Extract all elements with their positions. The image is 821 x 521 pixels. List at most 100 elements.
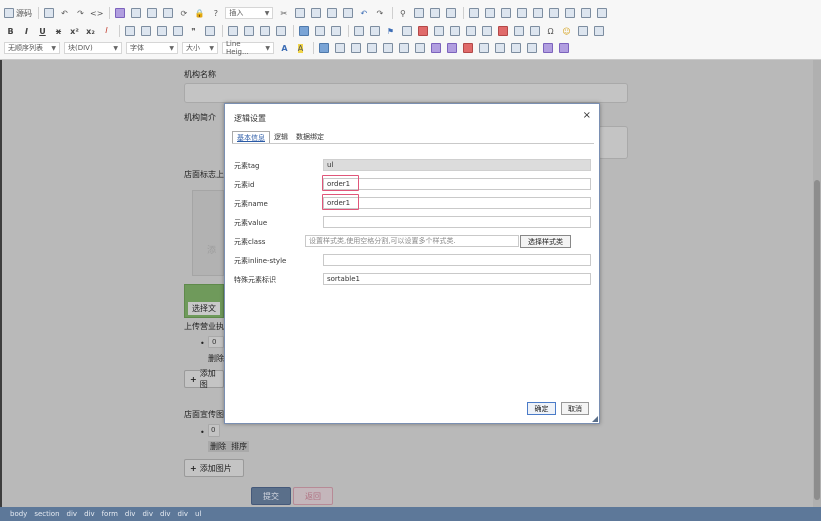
maximize-button[interactable] bbox=[592, 25, 605, 38]
font-family-select[interactable]: 字体 ▼ bbox=[126, 42, 178, 54]
list-style-select[interactable]: 无顺序列表 ▼ bbox=[4, 42, 60, 54]
bg-color-button[interactable]: A bbox=[294, 42, 307, 55]
numbered-list-button[interactable] bbox=[123, 25, 136, 38]
path-item[interactable]: div bbox=[125, 510, 136, 518]
remove-format-button[interactable]: 𝐼 bbox=[100, 25, 113, 38]
spellcheck-button[interactable] bbox=[444, 7, 457, 20]
flash-button[interactable] bbox=[416, 25, 429, 38]
smiley-button[interactable]: Ω bbox=[544, 25, 557, 38]
blockquote-button[interactable]: ❞ bbox=[187, 25, 200, 38]
cut-button[interactable]: ✂ bbox=[277, 7, 290, 20]
submit-button[interactable]: 提交 bbox=[251, 487, 291, 505]
logo-upload-area[interactable]: 添 bbox=[192, 190, 224, 276]
delete-link-1[interactable]: 删除 bbox=[208, 353, 224, 364]
select-class-button[interactable]: 选择样式类 bbox=[520, 235, 571, 248]
paste-button[interactable] bbox=[309, 7, 322, 20]
vertical-scrollbar[interactable] bbox=[813, 60, 821, 507]
form-button[interactable] bbox=[467, 7, 480, 20]
insert-select[interactable]: 插入 ▼ bbox=[225, 7, 274, 19]
org-name-input[interactable] bbox=[184, 83, 628, 103]
justify-button[interactable] bbox=[274, 25, 287, 38]
refresh-button[interactable]: ⟳ bbox=[177, 7, 190, 20]
value-field[interactable] bbox=[323, 216, 591, 228]
widget-2-button[interactable] bbox=[365, 42, 378, 55]
add-image-button-1[interactable]: + 添加图 bbox=[184, 369, 224, 389]
template-button[interactable] bbox=[145, 7, 158, 20]
font-size-select[interactable]: 大小 ▼ bbox=[182, 42, 218, 54]
help-button[interactable]: ? bbox=[209, 7, 222, 20]
new-page-button[interactable] bbox=[129, 7, 142, 20]
preview-button[interactable] bbox=[42, 7, 55, 20]
path-item[interactable]: div bbox=[84, 510, 95, 518]
order-input-2[interactable]: 0 bbox=[208, 424, 220, 437]
ok-button[interactable]: 确定 bbox=[527, 402, 556, 415]
path-item[interactable]: section bbox=[34, 510, 59, 518]
ltr-button[interactable] bbox=[297, 25, 310, 38]
path-item[interactable]: div bbox=[178, 510, 189, 518]
div-container-button[interactable] bbox=[203, 25, 216, 38]
indent-button[interactable] bbox=[171, 25, 184, 38]
image-button[interactable] bbox=[400, 25, 413, 38]
bold-button[interactable]: B bbox=[4, 25, 17, 38]
button-field-button[interactable] bbox=[563, 7, 576, 20]
inline-style-field[interactable] bbox=[323, 254, 591, 266]
show-blocks-button[interactable] bbox=[317, 42, 330, 55]
paste-text-button[interactable] bbox=[325, 7, 338, 20]
align-right-button[interactable] bbox=[258, 25, 271, 38]
resize-grip-icon[interactable] bbox=[592, 416, 598, 422]
hr-button[interactable] bbox=[464, 25, 477, 38]
about-button[interactable] bbox=[333, 42, 346, 55]
unlink-button[interactable] bbox=[368, 25, 381, 38]
pagebreak-button[interactable] bbox=[576, 25, 589, 38]
close-icon[interactable]: × bbox=[583, 110, 591, 121]
back-button[interactable]: 返回 bbox=[293, 487, 333, 505]
emoji-button[interactable]: ☺ bbox=[560, 25, 573, 38]
link-button[interactable] bbox=[352, 25, 365, 38]
path-item[interactable]: div bbox=[142, 510, 153, 518]
special-id-field[interactable]: sortable1 bbox=[323, 273, 591, 285]
italic-button[interactable]: I bbox=[20, 25, 33, 38]
media-button[interactable] bbox=[480, 25, 493, 38]
select-field-button[interactable] bbox=[547, 7, 560, 20]
select-all-button[interactable] bbox=[428, 7, 441, 20]
text-color-button[interactable]: A bbox=[278, 42, 291, 55]
redo-button[interactable]: ↷ bbox=[74, 7, 87, 20]
widget-12-button[interactable] bbox=[525, 42, 538, 55]
align-center-button[interactable] bbox=[242, 25, 255, 38]
anchor-button[interactable]: ⚑ bbox=[384, 25, 397, 38]
widget-1-button[interactable] bbox=[349, 42, 362, 55]
outdent-button[interactable] bbox=[155, 25, 168, 38]
widget-8-button[interactable] bbox=[461, 42, 474, 55]
find-button[interactable]: ⚲ bbox=[396, 7, 409, 20]
radio-button[interactable] bbox=[499, 7, 512, 20]
widget-11-button[interactable] bbox=[509, 42, 522, 55]
source-button[interactable]: 源码 bbox=[4, 7, 32, 20]
widget-6-button[interactable] bbox=[429, 42, 442, 55]
align-left-button[interactable] bbox=[226, 25, 239, 38]
line-height-select[interactable]: Line Heig... ▼ bbox=[222, 40, 274, 56]
table-button[interactable] bbox=[432, 25, 445, 38]
widget-13-button[interactable] bbox=[541, 42, 554, 55]
language-button[interactable] bbox=[329, 25, 342, 38]
class-field[interactable]: 设置样式类,使用空格分割,可以设置多个样式类. bbox=[305, 235, 519, 247]
paste-word-button[interactable] bbox=[341, 7, 354, 20]
undo-button[interactable]: ↶ bbox=[58, 7, 71, 20]
iframe-button[interactable] bbox=[512, 25, 525, 38]
redo2-button[interactable]: ↷ bbox=[373, 7, 386, 20]
superscript-button[interactable]: x² bbox=[68, 25, 81, 38]
print-button[interactable] bbox=[161, 7, 174, 20]
add-image-button-2[interactable]: + 添加图片 bbox=[184, 459, 244, 477]
code-button[interactable]: <> bbox=[90, 7, 103, 20]
path-item[interactable]: div bbox=[160, 510, 171, 518]
path-item[interactable]: ul bbox=[195, 510, 201, 518]
hidden-field-button[interactable] bbox=[595, 7, 608, 20]
bullet-list-button[interactable] bbox=[139, 25, 152, 38]
textfield-button[interactable] bbox=[515, 7, 528, 20]
copy-button[interactable] bbox=[293, 7, 306, 20]
textarea-button[interactable] bbox=[531, 7, 544, 20]
underline-button[interactable]: U bbox=[36, 25, 49, 38]
rtl-button[interactable] bbox=[313, 25, 326, 38]
org-intro-textarea[interactable] bbox=[598, 126, 628, 159]
path-item[interactable]: div bbox=[67, 510, 78, 518]
replace-button[interactable] bbox=[412, 7, 425, 20]
